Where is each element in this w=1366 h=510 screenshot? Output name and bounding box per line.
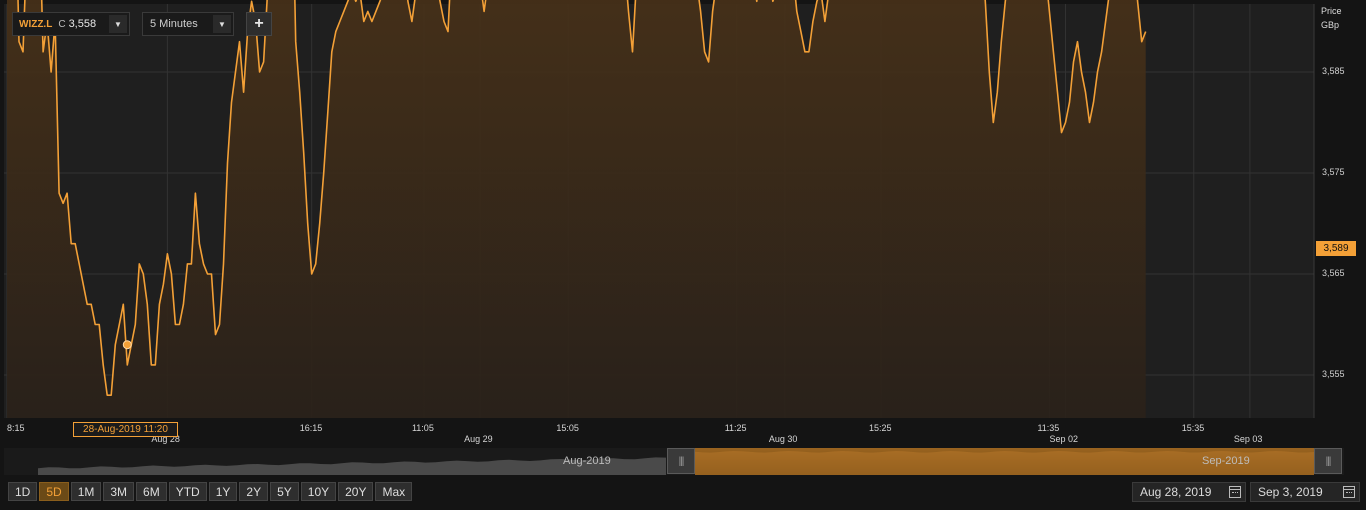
y-axis-title-line1: Price (1321, 6, 1342, 16)
x-date-label: Sep 02 (1049, 434, 1078, 444)
y-tick-label: 3,585 (1322, 66, 1345, 76)
range-button-max[interactable]: Max (375, 482, 413, 501)
x-tick-label: 16:15 (299, 423, 323, 433)
symbol-label: WIZZ.L (19, 18, 53, 30)
y-axis-title-line2: GBp (1321, 20, 1340, 30)
date-from-field[interactable]: Aug 28, 2019 (1132, 482, 1246, 502)
range-button-10y[interactable]: 10Y (300, 482, 337, 501)
cursor-marker (122, 340, 132, 350)
symbol-selector[interactable]: WIZZ.L C 3,558 ▼ (12, 12, 130, 36)
x-tick-label: 15:05 (556, 423, 579, 433)
price-chart[interactable] (0, 0, 1366, 510)
y-tick-label: 3,575 (1322, 167, 1345, 177)
navigator-right-handle[interactable]: ||| (1314, 448, 1342, 474)
range-buttons: 1D 5D 1M 3M 6M YTD 1Y 2Y 5Y 10Y 20Y Max (8, 482, 413, 501)
cursor-date-label: 28-Aug-2019 11:20 (73, 422, 178, 437)
range-button-5d[interactable]: 5D (39, 482, 69, 501)
x-tick-label: 11:05 (411, 423, 434, 433)
x-tick-label: 8:15 (7, 423, 25, 433)
interval-selector[interactable]: 5 Minutes ▼ (142, 12, 234, 36)
range-button-1d[interactable]: 1D (8, 482, 38, 501)
y-axis-title: Price GBp (1321, 4, 1342, 32)
date-from-value: Aug 28, 2019 (1140, 485, 1212, 499)
last-price-badge: 3,589 (1316, 241, 1356, 256)
x-tick-label: 15:35 (1181, 423, 1205, 433)
close-value: 3,558 (68, 18, 97, 30)
x-tick-label: 15:25 (869, 423, 892, 433)
x-tick-label: 11:25 (724, 423, 747, 433)
chevron-down-icon[interactable]: ▼ (213, 15, 231, 33)
interval-label: 5 Minutes (150, 18, 198, 30)
x-date-label: Aug 29 (464, 434, 493, 444)
range-button-20y[interactable]: 20Y (338, 482, 374, 501)
navigator-left-handle[interactable]: ||| (667, 448, 695, 474)
range-button-ytd[interactable]: YTD (168, 482, 207, 501)
date-to-field[interactable]: Sep 3, 2019 (1250, 482, 1360, 502)
price-area (7, 0, 1146, 418)
chart-panel: WIZZ.L C 3,558 ▼ 5 Minutes ▼ + Price GBp… (0, 0, 1366, 510)
x-date-label: Aug 30 (768, 434, 798, 444)
range-button-5y[interactable]: 5Y (270, 482, 299, 501)
y-tick-label: 3,555 (1322, 369, 1345, 379)
range-button-1y[interactable]: 1Y (208, 482, 238, 501)
navigator-right-label: Sep-2019 (1202, 455, 1250, 467)
close-label: C (58, 18, 66, 30)
x-tick-label: 11:35 (1037, 423, 1060, 433)
chevron-down-icon[interactable]: ▼ (109, 15, 127, 33)
range-button-6m[interactable]: 6M (136, 482, 167, 501)
range-button-3m[interactable]: 3M (103, 482, 135, 501)
x-date-label: Sep 03 (1233, 434, 1263, 444)
y-tick-label: 3,565 (1322, 268, 1345, 278)
navigator-left-label: Aug-2019 (563, 455, 611, 467)
add-series-button[interactable]: + (246, 12, 272, 36)
date-to-value: Sep 3, 2019 (1258, 485, 1323, 499)
calendar-icon[interactable] (1229, 486, 1241, 498)
range-button-2y[interactable]: 2Y (239, 482, 269, 501)
range-button-1m[interactable]: 1M (70, 482, 102, 501)
calendar-icon[interactable] (1343, 486, 1355, 498)
